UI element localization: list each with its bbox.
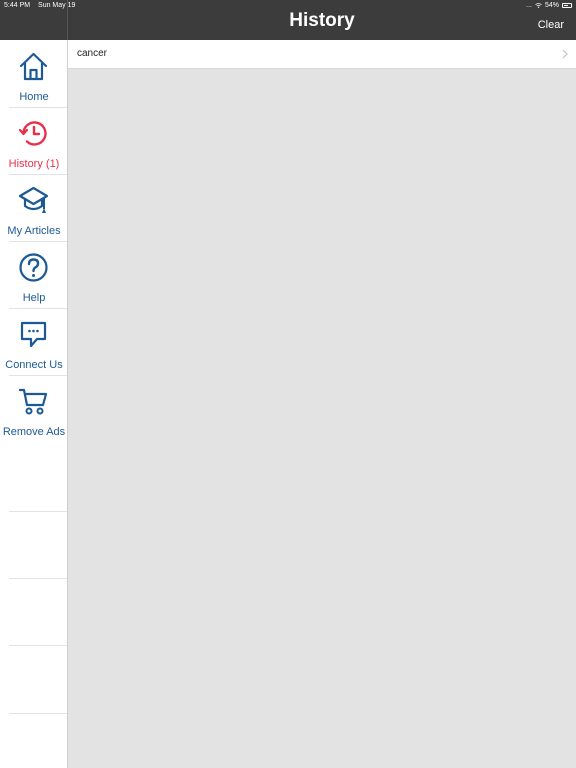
sidebar-item-help[interactable]: Help xyxy=(0,241,68,308)
history-icon xyxy=(18,121,47,146)
separator xyxy=(9,645,67,646)
cart-icon xyxy=(18,388,48,415)
sidebar-item-label: My Articles xyxy=(7,225,61,237)
clear-button[interactable]: Clear xyxy=(538,19,564,31)
sidebar-item-remove-ads[interactable]: Remove Ads xyxy=(0,375,68,442)
signal-dots: ... xyxy=(526,2,532,9)
home-icon xyxy=(19,52,48,81)
status-right: ... 54% xyxy=(526,2,572,9)
sidebar-item-label: Home xyxy=(19,91,49,103)
status-time: 5:44 PM xyxy=(4,2,31,9)
separator xyxy=(9,578,67,579)
battery-percent: 54% xyxy=(544,2,559,9)
sidebar-item-label: Connect Us xyxy=(5,359,63,371)
history-list: cancer xyxy=(68,40,576,69)
status-left: 5:44 PM Sun May 19 xyxy=(4,2,75,9)
status-bar: 5:44 PM Sun May 19 ... 54% xyxy=(0,0,576,12)
sidebar-item-my-articles[interactable]: My Articles xyxy=(0,174,68,241)
sidebar-item-home[interactable]: Home xyxy=(0,40,68,107)
screen: 5:44 PM Sun May 19 ... 54% History Clear xyxy=(0,0,576,768)
sidebar-item-label: History (1) xyxy=(8,158,60,170)
graduation-cap-icon xyxy=(18,186,49,213)
separator xyxy=(9,511,67,512)
sidebar-item-connect-us[interactable]: Connect Us xyxy=(0,308,68,375)
list-item[interactable]: cancer xyxy=(68,40,576,69)
chat-bubble-icon xyxy=(20,321,47,348)
page-title: History xyxy=(289,10,355,31)
sidebar-item-history[interactable]: History (1) xyxy=(0,107,68,174)
sidebar-item-label: Help xyxy=(22,292,46,304)
sidebar: Home History (1) My Articles Help Connec… xyxy=(0,40,68,768)
help-icon xyxy=(19,253,48,282)
wifi-icon xyxy=(535,3,542,8)
history-term: cancer xyxy=(77,48,108,59)
chevron-right-icon xyxy=(562,49,568,59)
battery-icon xyxy=(562,3,572,8)
separator xyxy=(9,713,67,714)
status-date: Sun May 19 xyxy=(38,2,76,9)
sidebar-item-label: Remove Ads xyxy=(2,426,66,438)
